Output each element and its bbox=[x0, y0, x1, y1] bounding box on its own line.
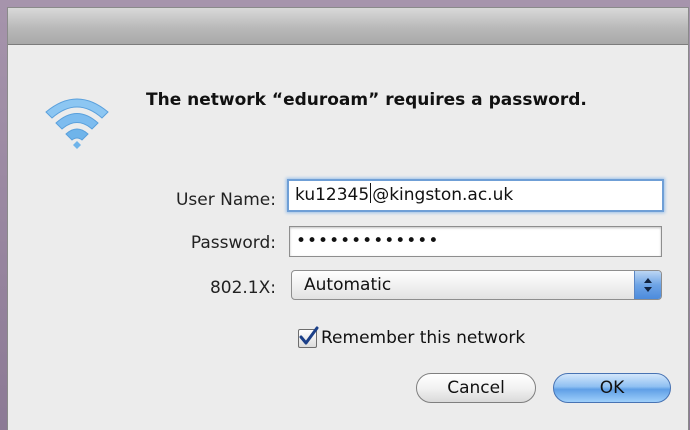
remember-network-checkbox[interactable] bbox=[298, 326, 319, 348]
auth-mode-value: Automatic bbox=[304, 275, 392, 295]
wifi-icon bbox=[45, 98, 109, 149]
username-label: User Name: bbox=[175, 190, 276, 210]
username-field[interactable]: ku12345 @kingston.ac.uk bbox=[287, 179, 664, 212]
select-stepper[interactable] bbox=[634, 271, 661, 299]
up-down-arrows-icon bbox=[644, 278, 652, 292]
remember-network-label[interactable]: Remember this network bbox=[321, 328, 525, 348]
dialog-titlebar[interactable] bbox=[8, 8, 688, 45]
ok-button[interactable]: OK bbox=[553, 373, 671, 403]
wifi-password-dialog: The network “eduroam” requires a passwor… bbox=[8, 8, 688, 430]
checkmark-icon bbox=[299, 326, 319, 345]
username-value-end: @kingston.ac.uk bbox=[372, 185, 514, 205]
password-masked-value: ••••••••••••• bbox=[296, 231, 440, 251]
auth-mode-label: 802.1X: bbox=[209, 278, 276, 298]
cancel-button[interactable]: Cancel bbox=[416, 373, 536, 403]
dialog-headline: The network “eduroam” requires a passwor… bbox=[146, 90, 587, 110]
auth-mode-select[interactable]: Automatic bbox=[291, 270, 662, 300]
username-value-start: ku12345 bbox=[295, 185, 370, 205]
password-label: Password: bbox=[190, 233, 276, 253]
password-field[interactable]: ••••••••••••• bbox=[289, 226, 662, 257]
